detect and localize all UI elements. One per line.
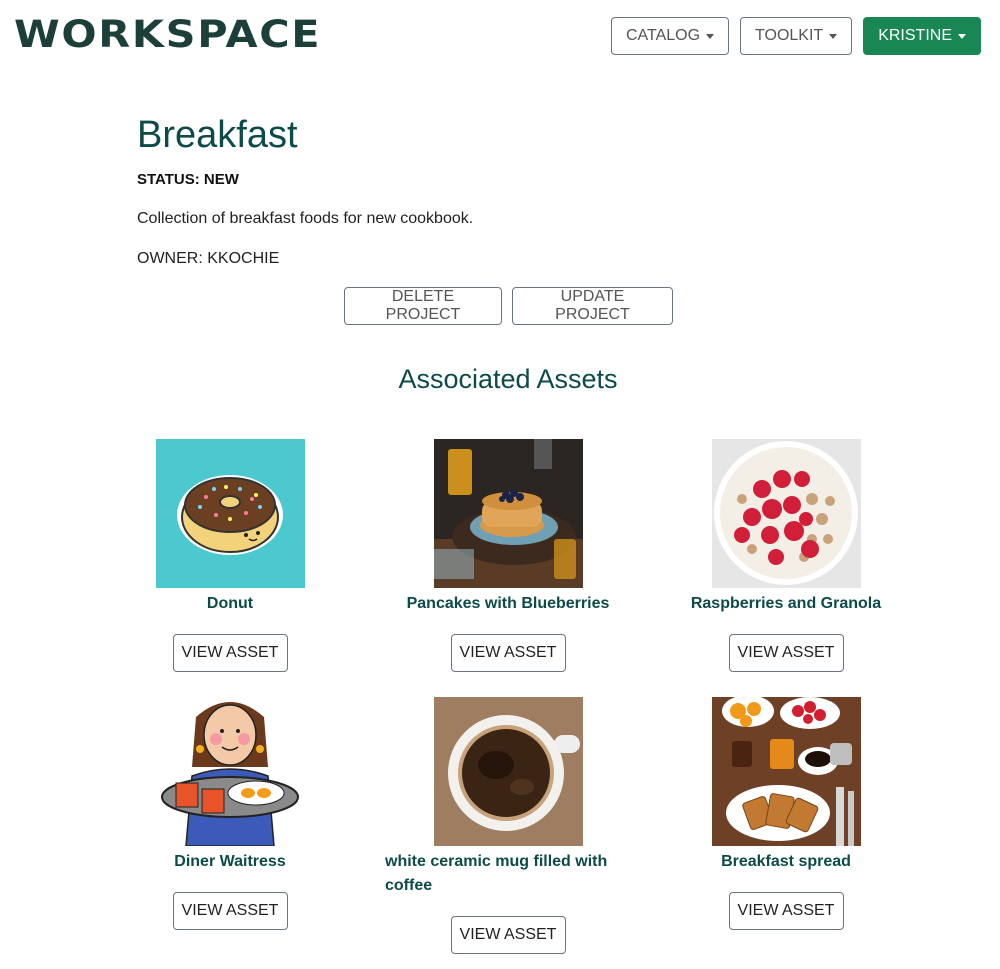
- donut-image[interactable]: [155, 439, 305, 588]
- asset-card: Donut VIEW ASSET: [91, 439, 369, 672]
- associated-assets-heading: Associated Assets: [398, 364, 618, 394]
- project-status: STATUS: NEW: [137, 171, 239, 188]
- asset-name[interactable]: Diner Waitress: [91, 850, 369, 874]
- view-asset-button[interactable]: VIEW ASSET: [172, 892, 288, 930]
- update-project-button[interactable]: UPDATE PROJECT: [512, 287, 673, 325]
- chevron-down-icon: [958, 34, 966, 39]
- asset-card: white ceramic mug filled with coffee VIE…: [369, 697, 647, 954]
- asset-name[interactable]: Donut: [91, 592, 369, 616]
- user-name-label: KRISTINE: [878, 27, 952, 44]
- project-actions: DELETE PROJECT UPDATE PROJECT: [344, 287, 673, 325]
- asset-card: Breakfast spread VIEW ASSET: [647, 697, 925, 930]
- toolkit-label: TOOLKIT: [755, 27, 824, 44]
- asset-card: Pancakes with Blueberries VIEW ASSET: [369, 439, 647, 672]
- top-nav: CATALOG TOOLKIT KRISTINE: [610, 17, 981, 55]
- asset-name[interactable]: white ceramic mug filled with coffee: [369, 850, 647, 898]
- toolkit-dropdown[interactable]: TOOLKIT: [740, 17, 853, 55]
- project-title: Breakfast: [137, 114, 298, 156]
- workspace-logo[interactable]: WORKSPACE: [14, 14, 321, 56]
- breakfast-spread-image[interactable]: [711, 697, 861, 846]
- view-asset-button[interactable]: VIEW ASSET: [728, 892, 844, 930]
- catalog-dropdown[interactable]: CATALOG: [610, 17, 730, 55]
- raspberries-image[interactable]: [711, 439, 861, 588]
- asset-name[interactable]: Pancakes with Blueberries: [369, 592, 647, 616]
- catalog-label: CATALOG: [625, 27, 701, 44]
- delete-project-button[interactable]: DELETE PROJECT: [344, 287, 502, 325]
- user-menu-dropdown[interactable]: KRISTINE: [863, 17, 981, 55]
- chevron-down-icon: [829, 34, 838, 39]
- view-asset-button[interactable]: VIEW ASSET: [728, 634, 844, 672]
- pancakes-image[interactable]: [433, 439, 583, 588]
- coffee-image[interactable]: [433, 697, 583, 846]
- asset-card: Diner Waitress VIEW ASSET: [91, 697, 369, 930]
- asset-name[interactable]: Raspberries and Granola: [647, 592, 925, 616]
- view-asset-button[interactable]: VIEW ASSET: [172, 634, 288, 672]
- view-asset-button[interactable]: VIEW ASSET: [450, 634, 566, 672]
- project-description: Collection of breakfast foods for new co…: [137, 210, 474, 227]
- asset-name[interactable]: Breakfast spread: [647, 850, 925, 874]
- asset-card: Raspberries and Granola VIEW ASSET: [647, 439, 925, 672]
- waitress-image[interactable]: [155, 697, 305, 846]
- view-asset-button[interactable]: VIEW ASSET: [450, 916, 566, 954]
- chevron-down-icon: [706, 34, 715, 39]
- project-owner: OWNER: KKOCHIE: [137, 250, 280, 267]
